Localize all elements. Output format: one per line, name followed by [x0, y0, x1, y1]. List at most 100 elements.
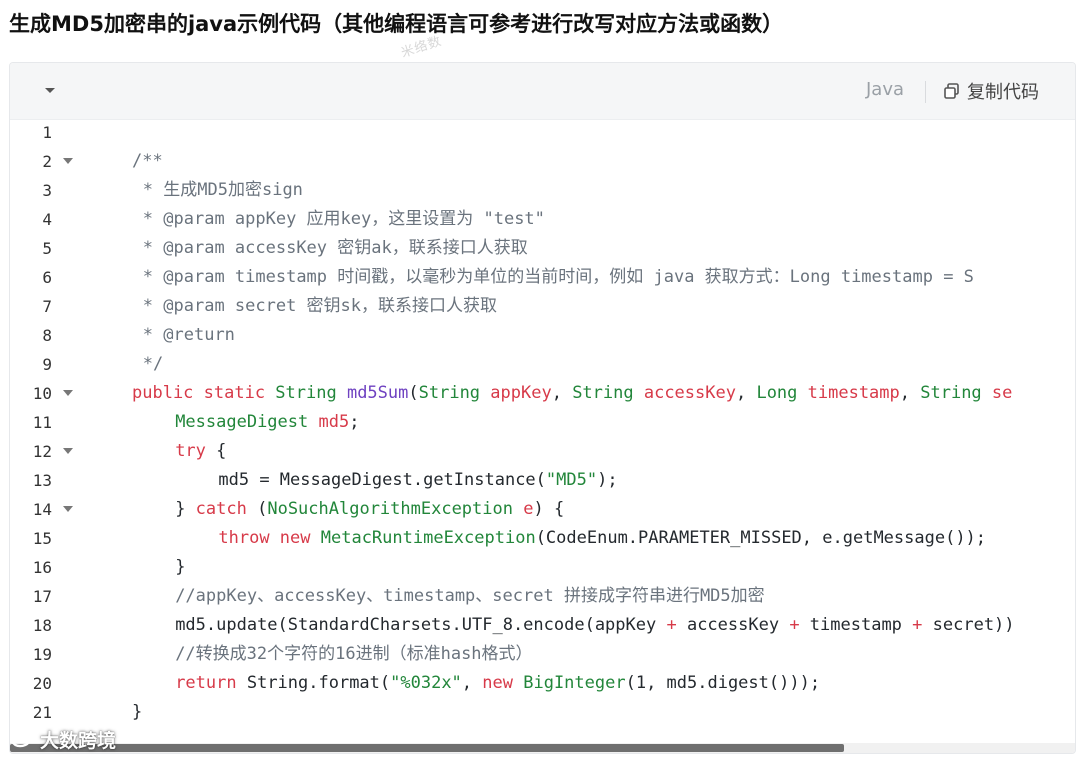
- fold-arrow-icon[interactable]: [63, 390, 73, 396]
- code-line: 14} catch (NoSuchAlgorithmException e) {: [10, 495, 1075, 524]
- line-number: 21: [32, 703, 52, 722]
- language-label: Java: [866, 79, 905, 100]
- brand-watermark: 大数跨境: [8, 724, 116, 754]
- code-token: (: [246, 499, 268, 519]
- line-number: 10: [32, 384, 52, 403]
- code-token: ) {: [533, 499, 565, 519]
- code-token: ;: [349, 412, 360, 432]
- code-token: ,: [461, 673, 483, 693]
- line-number: 5: [42, 239, 52, 258]
- code-token: * @param secret 密钥sk，联系接口人获取: [142, 296, 498, 316]
- code-token: accessKey: [676, 615, 790, 635]
- code-text: * @param appKey 应用key，这里设置为 "test": [143, 205, 545, 234]
- line-number: 16: [32, 558, 52, 577]
- code-token: String: [572, 383, 644, 403]
- code-text: }: [132, 698, 142, 727]
- code-token: {: [205, 441, 227, 461]
- line-number: 19: [32, 645, 52, 664]
- code-token: //转换成32个字符的16进制（标准hash格式）: [175, 644, 533, 664]
- code-line: 4 * @param appKey 应用key，这里设置为 "test": [10, 205, 1075, 234]
- code-text: //appKey、accessKey、timestamp、secret 拼接成字…: [175, 582, 764, 611]
- code-token: md5: [318, 412, 350, 432]
- code-token: }: [175, 557, 186, 577]
- code-line: 16}: [10, 553, 1075, 582]
- code-token: throw new: [218, 528, 321, 548]
- code-line: 11 MessageDigest md5;: [10, 408, 1075, 437]
- code-token: NoSuchAlgorithmException: [267, 499, 524, 519]
- code-token: ,: [899, 383, 921, 403]
- fold-arrow-icon[interactable]: [63, 158, 73, 164]
- code-text: md5 = MessageDigest.getInstance("MD5");: [218, 466, 617, 495]
- chevron-down-icon: [45, 88, 55, 93]
- code-line: 17 //appKey、accessKey、timestamp、secret 拼接…: [10, 582, 1075, 611]
- code-text: } catch (NoSuchAlgorithmException e) {: [175, 495, 564, 524]
- line-number: 7: [42, 297, 52, 316]
- line-number: 13: [32, 471, 52, 490]
- copy-icon: [944, 83, 959, 99]
- code-text: throw new MetacRuntimeException(CodeEnum…: [218, 524, 986, 553]
- code-token: secret)): [922, 615, 1015, 635]
- code-line: 1: [10, 118, 1075, 147]
- code-line: 12 try {: [10, 437, 1075, 466]
- code-token: * @return: [142, 325, 235, 345]
- code-token: "MD5": [545, 470, 598, 490]
- code-token: Long: [756, 383, 808, 403]
- code-token: ,: [735, 383, 757, 403]
- collapse-code-button[interactable]: [40, 81, 60, 101]
- code-line: 10 public static String md5Sum(String app…: [10, 379, 1075, 408]
- code-block: Java 复制代码 1 2/** 3 * 生成MD5加密sign 4 * @param a…: [9, 62, 1076, 754]
- fold-arrow-icon[interactable]: [63, 506, 73, 512]
- code-token: String.format(: [246, 673, 391, 693]
- scrollbar-thumb[interactable]: [10, 744, 844, 752]
- code-token: +: [912, 615, 923, 635]
- code-token: MessageDigest: [175, 412, 319, 432]
- line-number: 3: [42, 181, 52, 200]
- code-line: 8 * @return: [10, 321, 1075, 350]
- code-token: BigInteger: [523, 673, 626, 693]
- code-token: }: [132, 702, 143, 722]
- code-line: 15 throw new MetacRuntimeException(CodeEn…: [10, 524, 1075, 553]
- copy-code-button[interactable]: 复制代码: [943, 77, 1039, 105]
- code-text: */: [143, 350, 163, 379]
- code-token: * @param accessKey 密钥ak，联系接口人获取: [142, 238, 528, 258]
- brand-logo-icon: [10, 730, 32, 748]
- code-token: String: [418, 383, 491, 403]
- line-number: 20: [32, 674, 52, 693]
- code-token: }: [175, 499, 196, 519]
- code-text: * @return: [143, 321, 235, 350]
- line-number: 12: [32, 442, 52, 461]
- fold-arrow-icon[interactable]: [63, 448, 73, 454]
- code-token: timestamp: [799, 615, 913, 635]
- code-text: * @param timestamp 时间戳，以毫秒为单位的当前时间，例如 ja…: [143, 263, 974, 292]
- brand-watermark-text: 大数跨境: [40, 729, 117, 752]
- code-line: 2 /**: [10, 147, 1075, 176]
- code-text: MessageDigest md5;: [175, 408, 359, 437]
- line-number: 18: [32, 616, 52, 635]
- code-token: */: [142, 354, 164, 374]
- code-token: ,: [551, 383, 573, 403]
- code-token: appKey: [490, 383, 552, 403]
- code-line: 19 //转换成32个字符的16进制（标准hash格式）: [10, 640, 1075, 669]
- code-token: new: [482, 673, 524, 693]
- code-token: //appKey、accessKey、timestamp、secret 拼接成字…: [175, 586, 765, 606]
- line-number: 9: [42, 355, 52, 374]
- code-token: * @param appKey 应用key，这里设置为 "test": [142, 209, 545, 229]
- code-token: se: [991, 383, 1013, 403]
- line-number: 17: [32, 587, 52, 606]
- code-token: * 生成MD5加密sign: [142, 180, 303, 200]
- code-text: * 生成MD5加密sign: [143, 176, 303, 205]
- code-text: * @param secret 密钥sk，联系接口人获取: [143, 292, 497, 321]
- code-text: public static String md5Sum(String appKe…: [132, 379, 1012, 408]
- code-token: );: [597, 470, 618, 490]
- code-line: 7 * @param secret 密钥sk，联系接口人获取: [10, 292, 1075, 321]
- page-title: 生成MD5加密串的java示例代码（其他编程语言可参考进行改写对应方法或函数）: [9, 12, 784, 36]
- line-number: 8: [42, 326, 52, 345]
- code-line: 9 */: [10, 350, 1075, 379]
- line-number: 2: [42, 152, 52, 171]
- horizontal-scrollbar[interactable]: [10, 743, 1075, 753]
- code-token: (: [408, 383, 419, 403]
- code-text: return String.format("%032x", new BigInt…: [175, 669, 820, 698]
- code-token: (1, md5.digest()));: [625, 673, 821, 693]
- code-token: md5.update(StandardCharsets.UTF_8.encode…: [175, 615, 667, 635]
- code-text: * @param accessKey 密钥ak，联系接口人获取: [143, 234, 528, 263]
